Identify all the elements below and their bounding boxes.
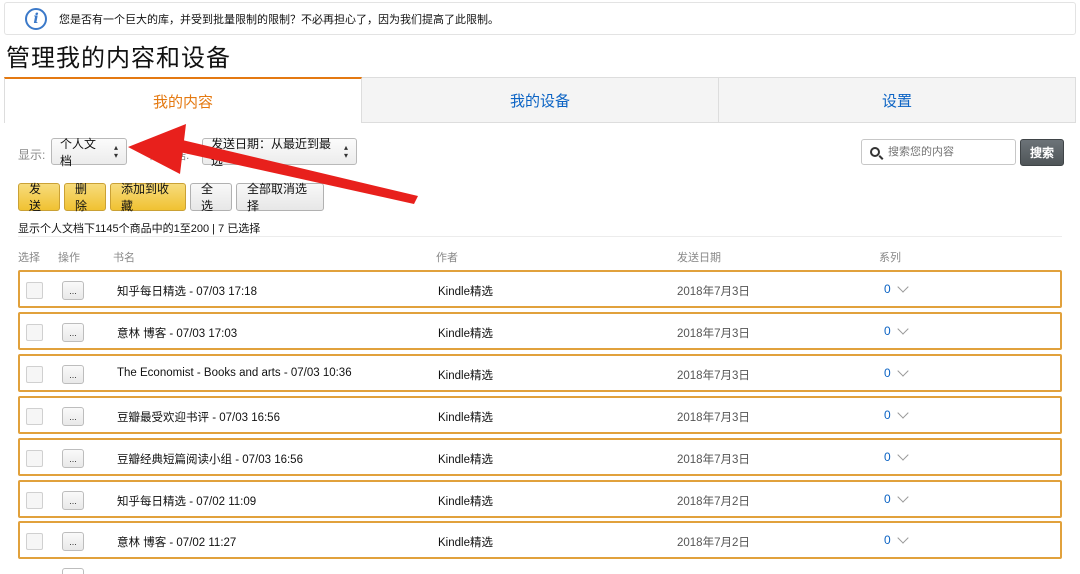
series-count: 0 [884,450,891,464]
row-actions-button[interactable]: ... [62,323,84,342]
chevron-down-icon[interactable] [897,407,909,419]
column-header-select: 选择 [18,252,40,264]
select-arrows-icon: ▴ ▾ [113,142,118,160]
show-label: 显示: [18,148,46,162]
row-checkbox[interactable] [26,366,43,383]
select-arrows-icon: ▴ ▾ [343,142,348,160]
table-row[interactable]: ... The Economist - Books and arts - 07/… [18,354,1062,392]
page-title: 管理我的内容和设备 [6,45,231,72]
row-checkbox[interactable] [26,450,43,467]
series-count: 0 [884,366,891,380]
row-checkbox[interactable] [26,408,43,425]
row-title[interactable]: 知乎每日精选 - 07/03 17:18 [117,283,257,299]
row-checkbox[interactable] [26,282,43,299]
filter-bar: 显示: 个人文档 ▴ ▾ 序依据: 发送日期：从最近到最远 ▴ ▾ 搜索 [18,137,1064,168]
column-header-title[interactable]: 书名 [113,249,135,265]
tab-settings[interactable]: 设置 [719,77,1076,123]
table-row[interactable]: ... 豆瓣经典短篇阅读小组 - 07/03 16:56 Kindle精选 20… [18,438,1062,476]
send-button[interactable]: 发送 [18,182,60,213]
row-series[interactable]: 0 [884,365,909,380]
info-icon: i [25,7,47,30]
chevron-down-icon[interactable] [897,281,909,293]
row-date: 2018年7月3日 [677,328,750,340]
row-title[interactable]: The Economist - Books and arts - 07/03 1… [117,367,352,379]
search-button[interactable]: 搜索 [1020,139,1064,166]
row-actions-button[interactable]: ... [62,407,84,426]
sort-select[interactable]: 发送日期：从最近到最远 ▴ ▾ [202,137,357,168]
row-author: Kindle精选 [438,537,493,549]
divider [18,236,1062,237]
tab-my-content[interactable]: 我的内容 [4,77,362,123]
table-row[interactable]: ... 意林 博客 - 07/03 17:03 Kindle精选 2018年7月… [18,312,1062,350]
row-series[interactable]: 0 [884,532,909,547]
row-author: Kindle精选 [438,370,493,382]
delete-button[interactable]: 删除 [64,182,106,213]
action-bar: 发送 删除 添加到收藏 全选 全部取消选择 [18,182,324,213]
sort-value: 发送日期：从最近到最远 [211,136,332,168]
row-actions-button[interactable]: ... [62,449,84,468]
row-date: 2018年7月2日 [677,537,750,549]
notice-text: 您是否有一个巨大的库，并受到批量限制的限制？不必再担心了，因为我们提高了此限制。 [59,13,499,26]
row-date: 2018年7月3日 [677,454,750,466]
chevron-down-icon[interactable] [897,323,909,335]
series-count: 0 [884,282,891,296]
row-actions-button[interactable]: ... [62,491,84,510]
row-series[interactable]: 0 [884,449,909,464]
tab-my-devices[interactable]: 我的设备 [362,77,719,123]
row-author: Kindle精选 [438,496,493,508]
row-checkbox[interactable] [26,533,43,550]
table-row[interactable]: ... 意林 博客 - 07/02 11:27 Kindle精选 2018年7月… [18,521,1062,559]
series-count: 0 [884,408,891,422]
chevron-down-icon[interactable] [897,532,909,544]
row-date: 2018年7月3日 [677,370,750,382]
row-title[interactable]: 知乎每日精选 - 07/02 11:09 [117,493,256,509]
row-actions-button[interactable]: ... [62,281,84,300]
row-date: 2018年7月3日 [677,412,750,424]
row-date: 2018年7月2日 [677,496,750,508]
row-checkbox[interactable] [26,492,43,509]
row-series[interactable]: 0 [884,491,909,506]
table-row[interactable]: ... 知乎每日精选 - 07/03 17:18 Kindle精选 2018年7… [18,270,1062,308]
row-series[interactable]: 0 [884,407,909,422]
search-box[interactable] [861,139,1016,165]
chevron-down-icon[interactable] [897,365,909,377]
search-icon [870,147,880,157]
series-count: 0 [884,533,891,547]
row-author: Kindle精选 [438,286,493,298]
row-title[interactable]: 豆瓣最受欢迎书评 - 07/03 16:56 [117,409,280,425]
select-all-button[interactable]: 全选 [190,182,232,213]
search-input[interactable] [888,146,1008,158]
row-author: Kindle精选 [438,412,493,424]
content-type-value: 个人文档 [60,136,97,168]
chevron-down-icon[interactable] [897,449,909,461]
row-series[interactable]: 0 [884,323,909,338]
table-row[interactable]: ... 知乎每日精选 - 07/02 11:09 Kindle精选 2018年7… [18,480,1062,518]
sort-label: 序依据: [150,148,190,162]
column-header-author[interactable]: 作者 [436,249,458,265]
next-row-actions-button-partial [62,568,84,574]
row-title[interactable]: 意林 博客 - 07/02 11:27 [117,534,236,550]
row-checkbox[interactable] [26,324,43,341]
series-count: 0 [884,492,891,506]
row-author: Kindle精选 [438,328,493,340]
info-notice: i 您是否有一个巨大的库，并受到批量限制的限制？不必再担心了，因为我们提高了此限… [4,2,1076,35]
table-row[interactable]: ... 豆瓣最受欢迎书评 - 07/03 16:56 Kindle精选 2018… [18,396,1062,434]
column-header-action: 操作 [58,252,80,264]
series-count: 0 [884,324,891,338]
column-header-date[interactable]: 发送日期 [677,249,721,265]
row-series[interactable]: 0 [884,281,909,296]
row-actions-button[interactable]: ... [62,365,84,384]
row-title[interactable]: 意林 博客 - 07/03 17:03 [117,325,237,341]
add-to-collection-button[interactable]: 添加到收藏 [110,182,186,213]
row-date: 2018年7月3日 [677,286,750,298]
row-actions-button[interactable]: ... [62,532,84,551]
result-count: 显示个人文档下1145个商品中的1至200 | 7 已选择 [18,223,261,235]
row-title[interactable]: 豆瓣经典短篇阅读小组 - 07/03 16:56 [117,451,303,467]
column-header-series[interactable]: 系列 [879,249,901,265]
main-tabs: 我的内容 我的设备 设置 [4,77,1076,123]
content-type-select[interactable]: 个人文档 ▴ ▾ [51,137,127,168]
row-author: Kindle精选 [438,454,493,466]
chevron-down-icon[interactable] [897,491,909,503]
deselect-all-button[interactable]: 全部取消选择 [236,182,324,213]
